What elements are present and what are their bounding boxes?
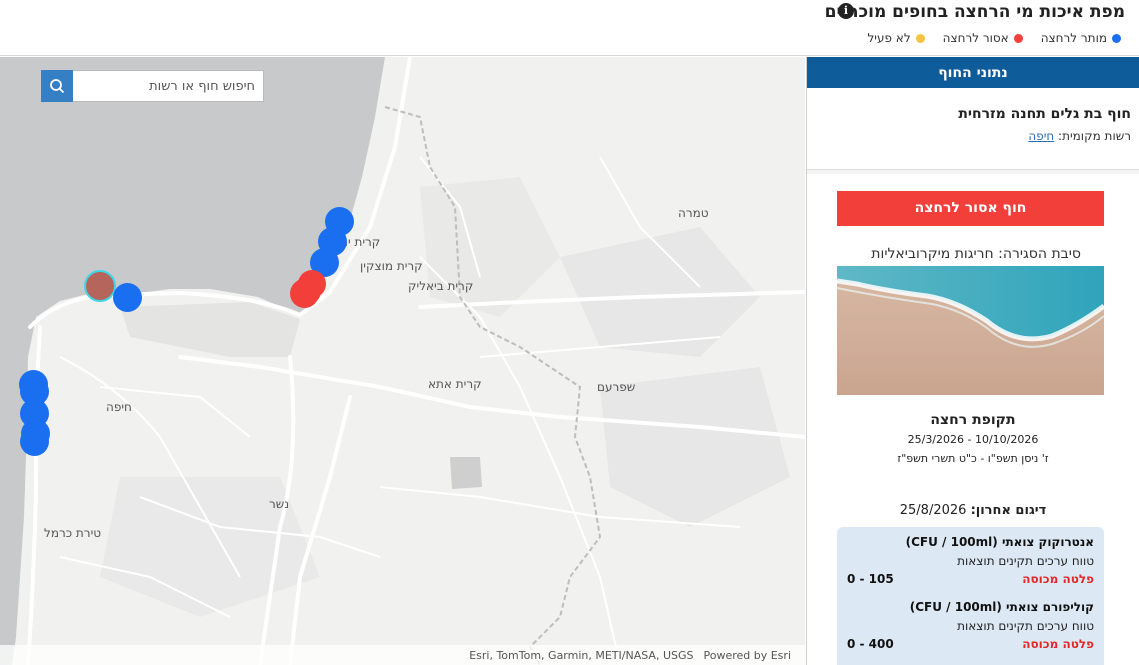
search-bar bbox=[41, 70, 264, 102]
allowed-dot-icon bbox=[1112, 33, 1121, 43]
last-sample-date: 25/8/2026 bbox=[899, 503, 967, 518]
result-title: אנטרוקוק צואתי (CFU / 100ml) bbox=[905, 535, 1094, 549]
result-range: 0 - 105 bbox=[847, 572, 894, 586]
result-row: פלטה מכוסה 0 - 105 bbox=[847, 572, 1094, 586]
map-label-tirat-carmel: טירת כרמל bbox=[44, 526, 102, 540]
beach-marker-forbidden[interactable] bbox=[290, 279, 319, 308]
search-input[interactable] bbox=[73, 70, 264, 102]
authority-row: רשות מקומית: חיפה bbox=[815, 129, 1131, 143]
map-attribution: Esri, TomTom, Garmin, METI/NASA, USGS Po… bbox=[0, 645, 805, 665]
panel-header: נתוני החוף bbox=[807, 57, 1139, 88]
result-value: פלטה מכוסה bbox=[1022, 572, 1094, 586]
attribution-text: Esri, TomTom, Garmin, METI/NASA, USGS bbox=[469, 648, 694, 662]
beach-photo-image bbox=[837, 266, 1104, 395]
forbidden-dot-icon bbox=[1013, 33, 1023, 43]
map-label-kiryat-ata: קרית אתא bbox=[428, 377, 482, 391]
result-range: 0 - 400 bbox=[847, 637, 894, 651]
legend: מותר לרחצה אסור לרחצה לא פעיל bbox=[867, 31, 1121, 45]
inactive-dot-icon bbox=[915, 33, 925, 43]
beach-name: חוף בת גלים תחנה מזרחית bbox=[958, 106, 1131, 122]
season-title: תקופת רחצה bbox=[930, 412, 1016, 428]
beach-info-card: חוף בת גלים תחנה מזרחית רשות מקומית: חיפ… bbox=[807, 88, 1139, 170]
map-label-kiryat-bialik: קרית ביאליק bbox=[408, 279, 474, 293]
status-banner: חוף אסור לרחצה bbox=[837, 191, 1104, 226]
legend-label: מותר לרחצה bbox=[1040, 31, 1107, 45]
search-button[interactable] bbox=[41, 70, 73, 102]
legend-label: לא פעיל bbox=[867, 31, 911, 45]
map-label-shfaram: שפרעם bbox=[597, 380, 636, 394]
app-header: מפת איכות מי הרחצה בחופים מוכרזים i מותר… bbox=[0, 0, 1139, 56]
powered-by-link[interactable]: Powered by Esri bbox=[703, 649, 791, 662]
result-title: קוליפורם צואתי (CFU / 100ml) bbox=[909, 600, 1094, 614]
legend-item-inactive: לא פעיל bbox=[867, 31, 925, 45]
beach-marker-allowed[interactable] bbox=[20, 427, 49, 456]
beach-details-card: חוף אסור לרחצה סיבת הסגירה: חריגות מיקרו… bbox=[807, 174, 1139, 665]
beach-marker-allowed[interactable] bbox=[113, 283, 142, 312]
map-label-nesher: נשר bbox=[269, 497, 290, 511]
beach-data-panel: נתוני החוף חוף בת גלים תחנה מזרחית רשות … bbox=[806, 57, 1139, 665]
result-enterococcus: אנטרוקוק צואתי (CFU / 100ml) טווח ערכים … bbox=[847, 535, 1094, 586]
basemap bbox=[0, 57, 805, 665]
beach-photo bbox=[837, 266, 1104, 395]
season-dates: 25/3/2026 - 10/10/2026 bbox=[907, 433, 1039, 446]
last-sample-label: דיגום אחרון: bbox=[970, 503, 1047, 518]
map-view[interactable]: טמרה קרית ים קרית מוצקין קרית ביאליק קרי… bbox=[0, 57, 805, 665]
authority-label: רשות מקומית: bbox=[1058, 129, 1131, 143]
map-label-haifa: חיפה bbox=[106, 400, 132, 414]
page-title: מפת איכות מי הרחצה בחופים מוכרזים bbox=[824, 2, 1125, 22]
result-fecal-coliform: קוליפורם צואתי (CFU / 100ml) טווח ערכים … bbox=[847, 600, 1094, 651]
beach-marker-selected[interactable] bbox=[84, 270, 116, 302]
closure-reason: סיבת הסגירה: חריגות מיקרוביאליות bbox=[871, 246, 1081, 262]
season-hebrew-dates: ז' ניסן תשפ"ו - כ"ט תשרי תשפ"ז bbox=[897, 452, 1049, 465]
authority-link[interactable]: חיפה bbox=[1028, 129, 1054, 143]
legend-item-forbidden: אסור לרחצה bbox=[943, 31, 1023, 45]
search-icon bbox=[50, 79, 65, 94]
result-range-label: טווח ערכים תקינים תוצאות bbox=[957, 554, 1094, 568]
map-label-kiryat-motzkin: קרית מוצקין bbox=[360, 259, 423, 273]
legend-label: אסור לרחצה bbox=[942, 31, 1009, 45]
result-value: פלטה מכוסה bbox=[1022, 637, 1094, 651]
map-label-tamra: טמרה bbox=[678, 206, 709, 220]
legend-item-allowed: מותר לרחצה bbox=[1041, 31, 1121, 45]
info-icon[interactable]: i bbox=[838, 3, 854, 19]
sample-results: אנטרוקוק צואתי (CFU / 100ml) טווח ערכים … bbox=[837, 527, 1104, 665]
result-range-label: טווח ערכים תקינים תוצאות bbox=[957, 619, 1094, 633]
result-row: פלטה מכוסה 0 - 400 bbox=[847, 637, 1094, 651]
last-sample: דיגום אחרון: 25/8/2026 bbox=[807, 503, 1139, 518]
